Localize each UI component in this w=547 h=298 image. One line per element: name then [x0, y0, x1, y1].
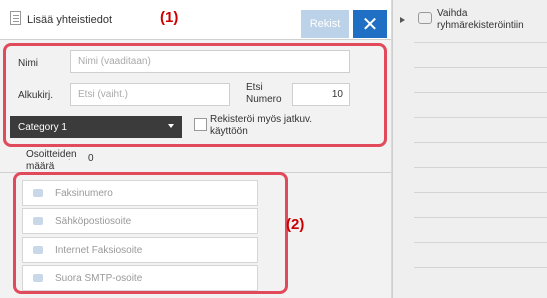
divider	[414, 142, 547, 143]
switch-group-label[interactable]: Vaihda ryhmärekisteröintiin	[437, 8, 542, 32]
close-button[interactable]: ✕	[353, 10, 387, 38]
initial-input[interactable]: Etsi (vaiht.)	[70, 83, 230, 106]
divider	[414, 42, 547, 43]
initial-label: Alkukirj.	[18, 90, 54, 101]
row-label: Sähköpostiosoite	[55, 216, 132, 227]
group-icon	[418, 12, 432, 24]
colon-separator: :	[68, 152, 71, 163]
callout-2: (2)	[286, 216, 305, 233]
email-icon	[33, 217, 43, 225]
divider	[414, 67, 547, 68]
name-input[interactable]: Nimi (vaaditaan)	[70, 50, 350, 73]
address-count-value: 0	[88, 153, 94, 164]
divider	[414, 217, 547, 218]
page-title: Lisää yhteistiedot	[27, 14, 112, 26]
address-row-internet-fax[interactable]: Internet Faksiosoite	[22, 237, 258, 263]
name-label: Nimi	[18, 58, 38, 69]
register-continuous-label: Rekisteröi myös jatkuv. käyttöön	[210, 114, 313, 137]
internet-fax-icon	[33, 246, 43, 254]
chevron-down-icon	[168, 124, 174, 128]
category-value: Category 1	[18, 121, 67, 133]
address-count-label: Osoitteiden määrä	[26, 149, 77, 172]
divider	[414, 192, 547, 193]
search-number-label: Etsi Numero	[246, 82, 282, 105]
register-button[interactable]: Rekist	[301, 10, 349, 38]
address-row-email[interactable]: Sähköpostiosoite	[22, 208, 258, 234]
row-label: Internet Faksiosoite	[55, 245, 143, 256]
divider	[414, 267, 547, 268]
arrow-right-icon[interactable]	[400, 17, 405, 23]
address-row-smtp[interactable]: Suora SMTP-osoite	[22, 265, 258, 291]
category-select[interactable]: Category 1	[10, 116, 182, 138]
phone-icon	[33, 189, 43, 197]
smtp-icon	[33, 274, 43, 282]
search-number-input[interactable]: 10	[292, 83, 350, 106]
callout-1: (1)	[160, 9, 179, 26]
document-icon	[10, 11, 21, 25]
row-label: Faksinumero	[55, 188, 113, 199]
address-row-fax[interactable]: Faksinumero	[22, 180, 258, 206]
divider	[414, 117, 547, 118]
divider	[414, 242, 547, 243]
group-side-panel	[392, 0, 547, 298]
divider	[414, 167, 547, 168]
row-label: Suora SMTP-osoite	[55, 273, 143, 284]
divider	[414, 92, 547, 93]
register-continuous-checkbox[interactable]	[194, 118, 207, 131]
